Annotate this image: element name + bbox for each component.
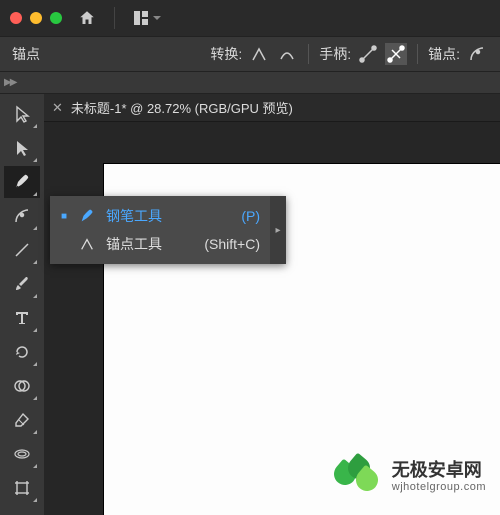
control-bar-right: 转换: 手柄: 锚点: (210, 43, 488, 65)
tool-flyout-indicator (33, 498, 37, 502)
document-tab-title[interactable]: 未标题-1* @ 28.72% (RGB/GPU 预览) (71, 98, 293, 117)
flyout-item-anchor[interactable]: 锚点工具 (Shift+C) (50, 230, 270, 258)
flyout-tearoff-handle[interactable]: ▸ (270, 196, 286, 264)
tool-flyout-indicator (33, 158, 37, 162)
tool-flyout-indicator (33, 226, 37, 230)
chevron-right-icon: ▶▶ (4, 77, 15, 88)
main-area: ✕ 未标题-1* @ 28.72% (RGB/GPU 预览) (0, 94, 500, 515)
window-titlebar (0, 0, 500, 36)
traffic-lights (10, 12, 62, 24)
rotate-tool[interactable] (4, 336, 40, 368)
anchor-label: 锚点 (12, 44, 40, 64)
tab-close-icon[interactable]: ✕ (52, 100, 63, 116)
flyout-item-pen[interactable]: ■ 钢笔工具 (P) (50, 202, 270, 230)
panel-expand-row[interactable]: ▶▶ (0, 72, 500, 94)
flyout-item-shortcut: (Shift+C) (204, 236, 260, 252)
document-area: ✕ 未标题-1* @ 28.72% (RGB/GPU 预览) (44, 94, 500, 515)
tool-flyout-indicator (33, 328, 37, 332)
artboard-tool[interactable] (4, 472, 40, 504)
eraser-tool[interactable] (4, 404, 40, 436)
watermark-subtitle: wjhotelgroup.com (392, 481, 486, 493)
tools-panel (0, 94, 44, 515)
tool-flyout-indicator (33, 362, 37, 366)
selection-tool[interactable] (4, 98, 40, 130)
home-icon[interactable] (78, 9, 96, 27)
convert-group: 转换: (210, 43, 298, 65)
tool-flyout-indicator (33, 192, 37, 196)
shape-builder-tool[interactable] (4, 370, 40, 402)
handle-show-icon[interactable] (357, 43, 379, 65)
flyout-selected-bullet: ■ (60, 211, 68, 222)
handle-label: 手柄: (319, 44, 351, 64)
blend-tool[interactable] (4, 438, 40, 470)
flyout-list: ■ 钢笔工具 (P) 锚点工具 (Shift+C) (50, 196, 270, 264)
type-tool[interactable] (4, 302, 40, 334)
maximize-window-button[interactable] (50, 12, 62, 24)
tool-flyout-indicator (33, 396, 37, 400)
flyout-item-label: 锚点工具 (106, 234, 186, 254)
line-tool[interactable] (4, 234, 40, 266)
pen-tool[interactable] (4, 166, 40, 198)
titlebar-divider (114, 7, 115, 29)
minimize-window-button[interactable] (30, 12, 42, 24)
anchor2-label: 锚点: (428, 44, 460, 64)
watermark-title: 无极安卓网 (392, 461, 486, 481)
paintbrush-tool[interactable] (4, 268, 40, 300)
tool-flyout-indicator (33, 464, 37, 468)
anchor-group: 锚点: (428, 43, 488, 65)
control-bar: 锚点 转换: 手柄: 锚点: (0, 36, 500, 72)
watermark: 无极安卓网 wjhotelgroup.com (334, 457, 486, 497)
workspace-switcher[interactable] (133, 10, 161, 26)
convert-smooth-icon[interactable] (276, 43, 298, 65)
handle-group: 手柄: (319, 43, 407, 65)
control-bar-separator-2 (417, 44, 418, 64)
handle-hide-icon[interactable] (385, 43, 407, 65)
flyout-item-shortcut: (P) (241, 208, 260, 224)
close-window-button[interactable] (10, 12, 22, 24)
flyout-item-label: 钢笔工具 (106, 206, 223, 226)
tool-flyout-indicator (33, 430, 37, 434)
pen-tool-flyout: ■ 钢笔工具 (P) 锚点工具 (Shift+C) ▸ (50, 196, 286, 264)
tool-flyout-indicator (33, 124, 37, 128)
document-tab-bar: ✕ 未标题-1* @ 28.72% (RGB/GPU 预览) (44, 94, 500, 122)
anchor-remove-icon[interactable] (466, 43, 488, 65)
curvature-tool[interactable] (4, 200, 40, 232)
tool-flyout-indicator (33, 294, 37, 298)
pen-icon (78, 208, 96, 224)
watermark-text: 无极安卓网 wjhotelgroup.com (392, 461, 486, 493)
convert-corner-icon[interactable] (248, 43, 270, 65)
watermark-logo (334, 457, 382, 497)
tool-flyout-indicator (33, 260, 37, 264)
control-bar-separator (308, 44, 309, 64)
convert-label: 转换: (210, 44, 242, 64)
anchor-convert-icon (78, 236, 96, 252)
direct-selection-tool[interactable] (4, 132, 40, 164)
